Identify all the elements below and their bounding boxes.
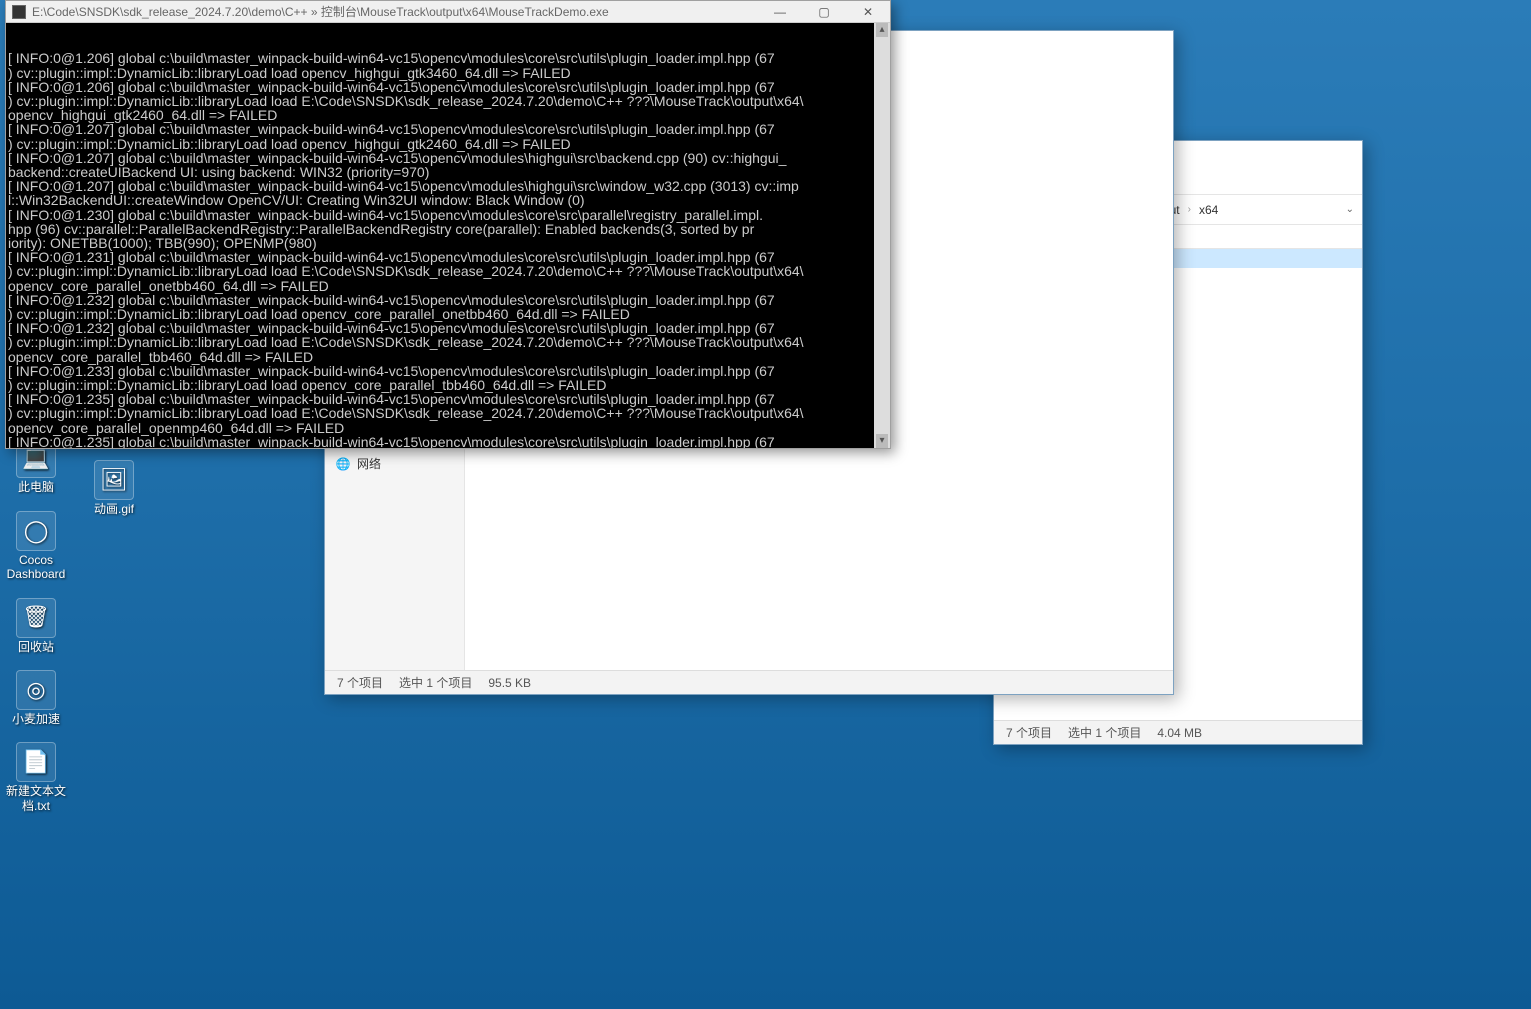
breadcrumb-segment[interactable]: x64: [1195, 201, 1222, 219]
close-button[interactable]: ✕: [846, 1, 890, 22]
explorer-left-status: 7 个项目 选中 1 个项目 95.5 KB: [325, 670, 1173, 694]
scroll-up-icon[interactable]: ▴: [876, 23, 888, 37]
console-output[interactable]: [ INFO:0@1.206] global c:\build\master_w…: [6, 23, 890, 448]
desktop-icon-glyph: 🖼: [94, 460, 134, 500]
desktop-icon-glyph: ◯: [16, 511, 56, 551]
console-titlebar[interactable]: E:\Code\SNSDK\sdk_release_2024.7.20\demo…: [6, 1, 890, 23]
chevron-right-icon: ›: [1188, 204, 1191, 215]
desktop-icon[interactable]: ◎ 小麦加速: [0, 666, 72, 730]
chevron-down-icon[interactable]: ⌄: [1346, 204, 1354, 215]
console-text: [ INFO:0@1.206] global c:\build\master_w…: [8, 51, 888, 448]
desktop-icon-label: 回收站: [18, 640, 54, 654]
desktop-icon[interactable]: ◯Cocos Dashboard: [0, 507, 72, 586]
status-selected: 选中 1 个项目: [399, 674, 472, 691]
desktop-icon-label: 动画.gif: [94, 502, 134, 516]
maximize-button[interactable]: ▢: [802, 1, 846, 22]
status-count: 7 个项目: [337, 674, 383, 691]
sidebar-item-network[interactable]: 🌐 网络: [325, 451, 464, 476]
explorer-right-status: 7 个项目 选中 1 个项目 4.04 MB: [994, 720, 1362, 744]
minimize-button[interactable]: —: [758, 1, 802, 22]
console-window[interactable]: E:\Code\SNSDK\sdk_release_2024.7.20\demo…: [5, 0, 891, 449]
desktop-icon-glyph: ◎: [16, 670, 56, 710]
console-scrollbar[interactable]: ▴ ▾: [874, 23, 890, 448]
scroll-down-icon[interactable]: ▾: [876, 434, 888, 448]
status-size: 95.5 KB: [488, 676, 531, 690]
status-size: 4.04 MB: [1157, 726, 1202, 740]
desktop-icon-label: 小麦加速: [12, 712, 60, 726]
desktop-icon-label: Cocos Dashboard: [0, 553, 72, 582]
desktop-icon-label: 此电脑: [18, 480, 54, 494]
desktop-icon-glyph: 📄: [16, 742, 56, 782]
sidebar-item-label: 网络: [357, 455, 381, 472]
window-controls: — ▢ ✕: [758, 1, 890, 22]
status-count: 7 个项目: [1006, 724, 1052, 741]
desktop-icon[interactable]: 🖼 动画.gif: [78, 456, 150, 520]
desktop-icon[interactable]: 📄新建文本文档.txt: [0, 738, 72, 817]
desktop-icon-glyph: 🗑: [16, 598, 56, 638]
network-icon: 🌐: [335, 456, 351, 472]
desktop-icon-label: 新建文本文档.txt: [0, 784, 72, 813]
desktop-icon[interactable]: 🗑 回收站: [0, 594, 72, 658]
console-icon: [12, 5, 26, 19]
status-selected: 选中 1 个项目: [1068, 724, 1141, 741]
console-title-text: E:\Code\SNSDK\sdk_release_2024.7.20\demo…: [32, 3, 758, 20]
